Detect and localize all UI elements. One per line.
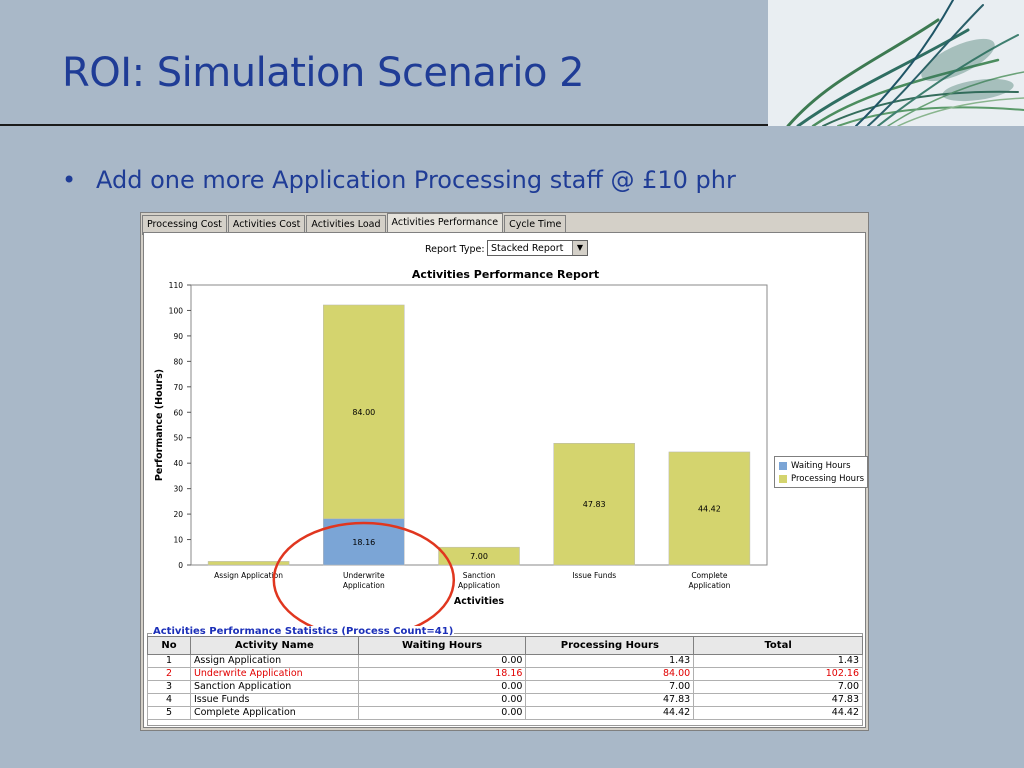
column-header-waiting-hours[interactable]: Waiting Hours (357, 636, 527, 655)
decorative-feather-image (768, 0, 1024, 126)
column-header-activity-name[interactable]: Activity Name (189, 636, 359, 655)
cell-no: 1 (147, 654, 191, 668)
column-header-no[interactable]: No (147, 636, 191, 655)
bar-data-label: 18.16 (352, 538, 375, 547)
bullet-text: Add one more Application Processing staf… (96, 166, 736, 194)
cell-total: 47.83 (693, 693, 863, 707)
y-tick-label: 30 (173, 485, 183, 494)
table-row[interactable]: 5 Complete Application 0.00 44.42 44.42 (147, 706, 863, 720)
cell-activity-name: Sanction Application (189, 680, 359, 694)
legend-label-processing: Processing Hours (791, 474, 864, 484)
y-tick-label: 100 (169, 306, 184, 315)
cell-no: 5 (147, 706, 191, 720)
activities-performance-chart: 0 10 20 30 40 50 60 70 80 90 100 110 Performance (Ho… (154, 281, 768, 633)
legend-swatch-processing (779, 475, 787, 483)
bar-data-label: 47.83 (583, 500, 606, 509)
y-tick-label: 60 (173, 408, 183, 417)
x-tick-label: Application (343, 581, 385, 590)
chart-legend: Waiting Hours Processing Hours (774, 456, 868, 488)
cell-processing-hours: 47.83 (525, 693, 695, 707)
cell-total: 1.43 (693, 654, 863, 668)
activities-performance-panel: Report Type: Stacked Report ▼ Activities… (143, 232, 868, 728)
x-tick-label: Underwrite (343, 571, 385, 580)
x-tick-label: Application (458, 581, 500, 590)
bar-data-label: 7.00 (470, 552, 488, 561)
column-header-total[interactable]: Total (693, 636, 863, 655)
slide-title: ROI: Simulation Scenario 2 (62, 50, 585, 96)
x-tick-label: Sanction (463, 571, 496, 580)
cell-waiting-hours: 0.00 (357, 706, 527, 720)
table-row[interactable]: 3 Sanction Application 0.00 7.00 7.00 (147, 680, 863, 694)
cell-no: 2 (147, 667, 191, 681)
y-tick-label: 20 (173, 510, 183, 519)
table-row[interactable]: 4 Issue Funds 0.00 47.83 47.83 (147, 693, 863, 707)
x-axis-label: Activities (454, 596, 504, 607)
cell-total: 102.16 (693, 667, 863, 681)
x-tick-label: Complete (691, 571, 728, 580)
table-row-highlighted[interactable]: 2 Underwrite Application 18.16 84.00 102… (147, 667, 863, 681)
cell-activity-name: Complete Application (189, 706, 359, 720)
statistics-table: No Activity Name Waiting Hours Processin… (147, 636, 863, 720)
y-tick-label: 110 (169, 281, 184, 290)
table-row[interactable]: 1 Assign Application 0.00 1.43 1.43 (147, 654, 863, 668)
cell-processing-hours: 84.00 (525, 667, 695, 681)
cell-activity-name: Issue Funds (189, 693, 359, 707)
cell-no: 3 (147, 680, 191, 694)
statistics-header-row: No Activity Name Waiting Hours Processin… (147, 636, 863, 655)
y-tick-label: 80 (173, 357, 183, 366)
cell-processing-hours: 44.42 (525, 706, 695, 720)
legend-item-waiting: Waiting Hours (779, 460, 851, 472)
header-divider (0, 124, 768, 126)
y-tick-label: 90 (173, 332, 183, 341)
y-axis-label: Performance (Hours) (154, 369, 165, 481)
legend-swatch-waiting (779, 462, 787, 470)
x-tick-label: Issue Funds (572, 571, 616, 580)
application-window: Processing Cost Activities Cost Activiti… (140, 212, 869, 731)
column-header-processing-hours[interactable]: Processing Hours (525, 636, 695, 655)
cell-waiting-hours: 0.00 (357, 680, 527, 694)
cell-waiting-hours: 0.00 (357, 693, 527, 707)
x-tick-label: Application (688, 581, 730, 590)
y-tick-label: 40 (173, 459, 183, 468)
cell-total: 44.42 (693, 706, 863, 720)
legend-item-processing: Processing Hours (779, 473, 864, 485)
bullet-point: • Add one more Application Processing sta… (62, 166, 736, 194)
cell-waiting-hours: 0.00 (357, 654, 527, 668)
cell-activity-name: Underwrite Application (189, 667, 359, 681)
cell-total: 7.00 (693, 680, 863, 694)
bar-data-label: 44.42 (698, 504, 721, 513)
cell-no: 4 (147, 693, 191, 707)
cell-waiting-hours: 18.16 (357, 667, 527, 681)
y-tick-label: 10 (173, 536, 183, 545)
bar-data-label: 84.00 (352, 408, 375, 417)
cell-processing-hours: 1.43 (525, 654, 695, 668)
y-tick-label: 50 (173, 434, 183, 443)
cell-processing-hours: 7.00 (525, 680, 695, 694)
cell-activity-name: Assign Application (189, 654, 359, 668)
legend-label-waiting: Waiting Hours (791, 461, 851, 471)
y-tick-label: 70 (173, 383, 183, 392)
bullet-symbol: • (62, 166, 77, 194)
y-tick-label: 0 (178, 561, 183, 570)
